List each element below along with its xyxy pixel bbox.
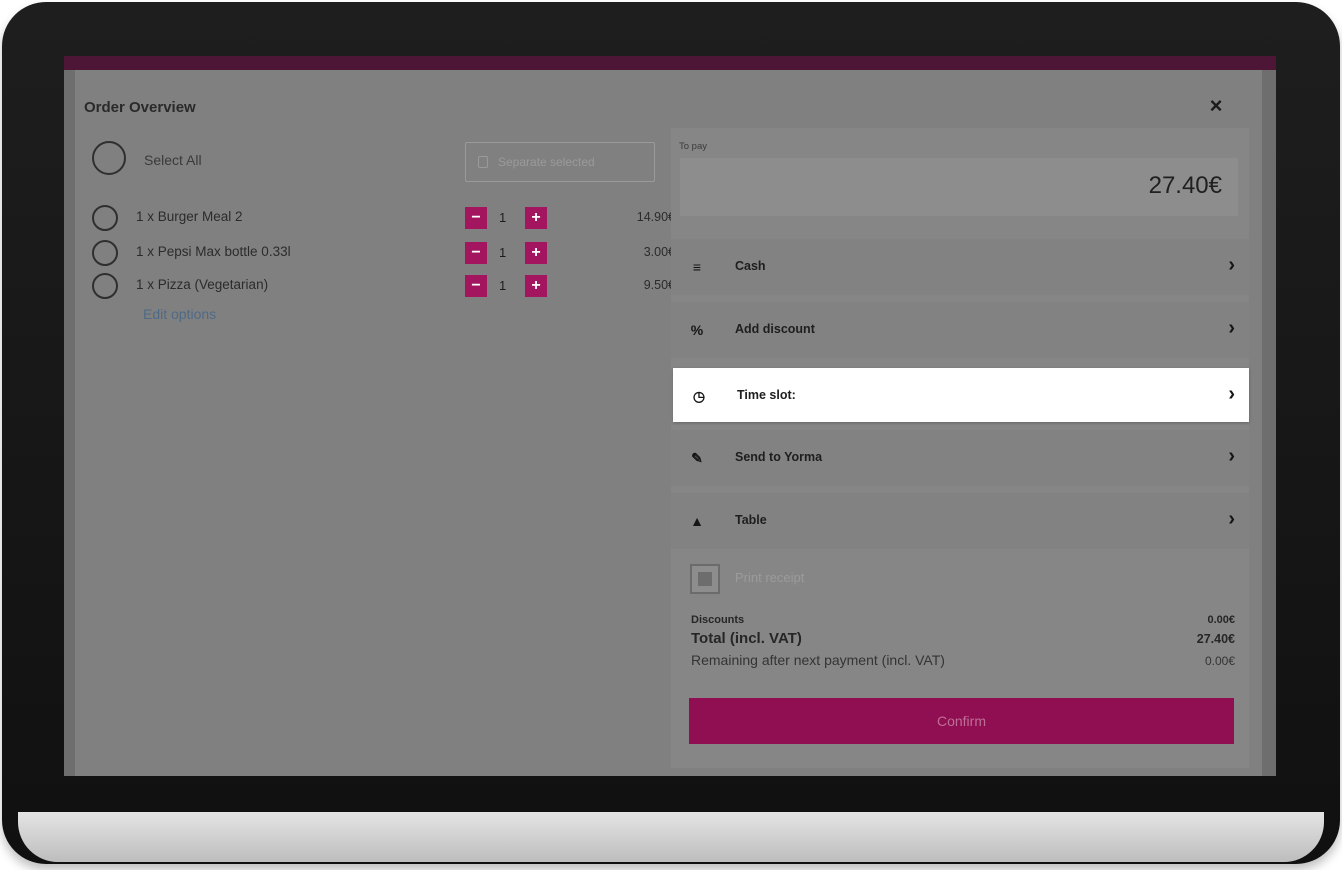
payment-option-label: Table (735, 513, 767, 527)
remaining-value: 0.00€ (1204, 654, 1235, 668)
payment-option-add-discount[interactable]: % Add discount › (671, 302, 1249, 358)
increase-qty-button[interactable]: + (525, 242, 547, 264)
select-all-radio[interactable] (92, 141, 126, 175)
increase-qty-button[interactable]: + (525, 275, 547, 297)
separate-selected-label: Separate selected (498, 155, 595, 169)
discounts-value: 0.00€ (1207, 614, 1235, 626)
chevron-right-icon: › (1228, 383, 1235, 405)
total-value: 27.40€ (1196, 632, 1235, 646)
minus-icon: − (471, 244, 481, 261)
discounts-label: Discounts (691, 614, 745, 626)
confirm-button[interactable]: Confirm (689, 698, 1234, 744)
item-qty: 1 (499, 278, 507, 293)
chevron-right-icon: › (1228, 254, 1235, 276)
separate-selected-button[interactable]: Separate selected (465, 142, 655, 182)
plus-icon: + (531, 244, 541, 261)
decrease-qty-button[interactable]: − (465, 207, 487, 229)
app-header-bar (64, 56, 1276, 70)
plus-icon: + (531, 277, 541, 294)
checkbox-fill (698, 572, 712, 586)
decrease-qty-button[interactable]: − (465, 275, 487, 297)
bag-icon (478, 156, 488, 168)
increase-qty-button[interactable]: + (525, 207, 547, 229)
close-icon: × (1209, 93, 1223, 118)
order-item-row: 1 x Burger Meal 2 − 1 + 14.90€ (75, 205, 675, 231)
decrease-qty-button[interactable]: − (465, 242, 487, 264)
item-qty: 1 (499, 210, 507, 225)
payment-option-label: Time slot: (737, 388, 796, 402)
item-price: 9.50€ (643, 278, 675, 292)
item-name: 1 x Pizza (Vegetarian) (136, 277, 269, 292)
payment-option-label: Cash (735, 259, 766, 273)
clock-icon: ◷ (692, 387, 706, 404)
order-item-row: 1 x Pepsi Max bottle 0.33l − 1 + 3.00€ (75, 240, 675, 266)
total-label: Total (incl. VAT) (691, 630, 802, 647)
table-icon: ▲ (690, 513, 704, 529)
edit-options-link[interactable]: Edit options (143, 306, 216, 322)
payment-option-table[interactable]: ▲ Table › (671, 493, 1249, 549)
percent-icon: % (690, 322, 704, 338)
item-price: 3.00€ (643, 245, 675, 259)
payment-panel: To pay 27.40€ ≡ Cash › % Add discount › … (671, 128, 1249, 768)
select-all-label: Select All (144, 152, 202, 168)
to-pay-field[interactable]: 27.40€ (680, 158, 1238, 216)
payment-option-send-to-yorma[interactable]: ✎ Send to Yorma › (671, 430, 1249, 486)
modal-title: Order Overview (84, 99, 196, 116)
item-qty: 1 (499, 245, 507, 260)
screen: Order Overview × Select All Separate sel… (64, 56, 1276, 776)
chevron-right-icon: › (1228, 508, 1235, 530)
payment-option-label: Send to Yorma (735, 450, 823, 464)
to-pay-label: To pay (679, 141, 707, 152)
print-receipt-label: Print receipt (735, 570, 805, 585)
item-name: 1 x Pepsi Max bottle 0.33l (136, 244, 291, 259)
plus-icon: + (531, 209, 541, 226)
minus-icon: − (471, 209, 481, 226)
minus-icon: − (471, 277, 481, 294)
pencil-icon: ✎ (691, 449, 703, 466)
item-price: 14.90€ (636, 210, 675, 224)
order-item-row: 1 x Pizza (Vegetarian) − 1 + 9.50€ (75, 273, 675, 299)
remaining-label: Remaining after next payment (incl. VAT) (691, 652, 945, 668)
tablet-base (18, 812, 1324, 862)
item-name: 1 x Burger Meal 2 (136, 209, 243, 224)
chevron-right-icon: › (1228, 445, 1235, 467)
item-radio[interactable] (92, 273, 118, 299)
to-pay-amount: 27.40€ (1148, 172, 1222, 199)
item-radio[interactable] (92, 240, 118, 266)
item-radio[interactable] (92, 205, 118, 231)
payment-option-cash[interactable]: ≡ Cash › (671, 239, 1249, 295)
cash-icon: ≡ (692, 259, 702, 275)
chevron-right-icon: › (1228, 317, 1235, 339)
order-overview-modal: Order Overview × Select All Separate sel… (75, 70, 1262, 776)
close-button[interactable]: × (1204, 93, 1228, 118)
payment-option-label: Add discount (735, 322, 815, 336)
payment-option-time-slot[interactable]: ◷ Time slot: › (673, 368, 1249, 422)
print-receipt-checkbox[interactable] (690, 564, 720, 594)
